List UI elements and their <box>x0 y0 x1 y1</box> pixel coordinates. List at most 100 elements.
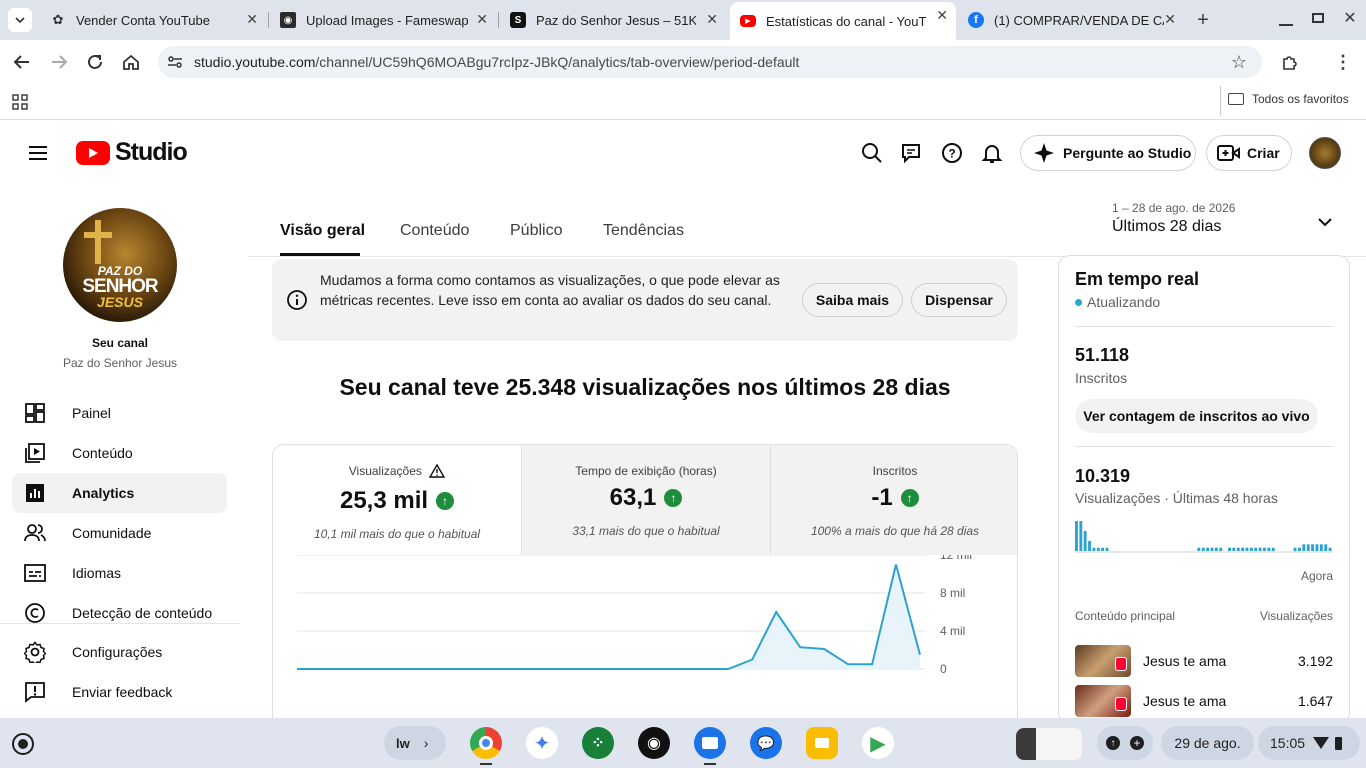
realtime-bar <box>1263 547 1266 551</box>
holding-space-thumbnail[interactable] <box>1016 728 1082 760</box>
messages-icon[interactable] <box>899 140 925 166</box>
notifications-bell-icon[interactable] <box>979 140 1005 166</box>
bookmark-star-icon[interactable]: ☆ <box>1228 51 1250 73</box>
forward-icon[interactable] <box>47 50 71 74</box>
top-content-row[interactable]: Jesus te ama 3.192 <box>1075 645 1333 677</box>
metric-card-views[interactable]: Visualizações 25,3 mil ↑ 10,1 mil mais do… <box>273 445 521 555</box>
settings-icon <box>22 639 48 665</box>
close-window-icon[interactable]: ✕ <box>1340 8 1360 28</box>
metric-card-subscribers[interactable]: Inscritos -1 ↑ 100% a mais do que há 28 d… <box>770 445 1017 555</box>
tab-label: Conteúdo <box>400 222 470 239</box>
period-selector[interactable]: 1 – 28 de ago. de 2026 Últimos 28 dias <box>1112 201 1342 241</box>
cross-arm <box>84 232 112 238</box>
browser-tab[interactable]: f (1) COMPRAR/VENDA DE CAN ✕ <box>958 6 1184 34</box>
top-views-label: Visualizações <box>1259 609 1333 623</box>
divider <box>1075 326 1334 327</box>
close-tab-icon[interactable]: ✕ <box>246 11 258 28</box>
chart-y-tick-label: 8 mil <box>940 586 965 600</box>
metric-card-watch-time[interactable]: Tempo de exibição (horas) 63,1 ↑ 33,1 mai… <box>521 445 770 555</box>
launcher-label: lw <box>396 735 410 751</box>
launcher-icon[interactable] <box>12 733 34 755</box>
realtime-bar <box>1219 547 1223 551</box>
period-label: Últimos 28 dias <box>1112 218 1222 235</box>
nav-item-idiomas[interactable]: Idiomas <box>12 553 227 593</box>
tab-label: Visão geral <box>280 222 366 239</box>
hamburger-menu-icon[interactable] <box>26 141 50 165</box>
close-tab-icon[interactable]: ✕ <box>476 11 488 28</box>
nav-item-configuracoes[interactable]: Configurações <box>12 632 227 672</box>
browser-tab-active[interactable]: ▶ Estatísticas do canal - YouTu ✕ <box>730 2 956 40</box>
reload-icon[interactable] <box>83 50 107 74</box>
nav-item-conteudo[interactable]: Conteúdo <box>12 433 227 473</box>
nav-item-comunidade[interactable]: Comunidade <box>12 513 227 553</box>
tab-search-icon[interactable] <box>8 8 32 32</box>
realtime-bar <box>1214 547 1218 551</box>
tab-conteudo[interactable]: Conteúdo <box>400 222 469 240</box>
meet-icon[interactable] <box>806 727 838 759</box>
studio-logo-text: Studio <box>115 138 188 166</box>
help-icon[interactable]: ? <box>939 140 965 166</box>
account-avatar[interactable] <box>1309 137 1341 169</box>
back-icon[interactable] <box>10 50 34 74</box>
launcher-search-pill[interactable]: lw › <box>384 726 446 760</box>
studio-logo[interactable]: Studio <box>76 138 188 167</box>
home-icon[interactable] <box>119 50 143 74</box>
nav-item-painel[interactable]: Painel <box>12 393 227 433</box>
close-tab-icon[interactable]: ✕ <box>936 7 948 24</box>
media-controls[interactable]: ↑ + <box>1097 726 1153 760</box>
restore-icon[interactable] <box>1308 8 1328 28</box>
realtime-bar <box>1101 547 1105 551</box>
status-tray[interactable]: 15:05 <box>1258 726 1360 760</box>
address-bar[interactable]: studio.youtube.com/channel/UC59hQ6MOABgu… <box>158 46 1262 78</box>
feedback-icon <box>22 679 48 705</box>
banner-text: Mudamos a forma como contamos as visuali… <box>320 272 780 308</box>
nav-item-feedback[interactable]: Enviar feedback <box>12 672 227 712</box>
realtime-bar-chart[interactable] <box>1075 521 1335 561</box>
create-button[interactable]: Criar <box>1206 135 1292 171</box>
search-icon[interactable] <box>859 140 885 166</box>
add-icon: + <box>1130 736 1144 750</box>
browser-tab[interactable]: ✿ Vender Conta YouTube ✕ <box>40 6 266 34</box>
minimize-icon[interactable] <box>1276 10 1296 30</box>
ask-studio-button[interactable]: Pergunte ao Studio <box>1020 135 1196 171</box>
extensions-icon[interactable] <box>1278 50 1302 74</box>
browser-menu-icon[interactable]: ⋮ <box>1331 50 1355 74</box>
dismiss-button[interactable]: Dispensar <box>911 283 1007 317</box>
google-one-icon[interactable]: ⁘ <box>582 727 614 759</box>
browser-tab[interactable]: ◉ Upload Images - Fameswap ✕ <box>270 6 496 34</box>
messages-app-icon[interactable]: 💬 <box>750 727 782 759</box>
top-content-views: 1.647 <box>1297 693 1333 709</box>
browser-tab-strip: ✿ Vender Conta YouTube ✕ ◉ Upload Images… <box>0 0 1366 40</box>
browser-tab[interactable]: S Paz do Senhor Jesus – 51K S ✕ <box>500 6 726 34</box>
tab-publico[interactable]: Público <box>510 222 562 240</box>
chrome-icon[interactable] <box>470 727 502 759</box>
play-store-icon[interactable]: ▶ <box>862 727 894 759</box>
nav-item-deteccao[interactable]: Detecção de conteúdo <box>12 593 227 633</box>
realtime-bar <box>1201 547 1205 551</box>
all-bookmarks-button[interactable]: Todos os favoritos <box>1228 92 1349 106</box>
site-info-icon[interactable] <box>164 51 186 73</box>
gemini-icon[interactable]: ✦ <box>526 727 558 759</box>
files-icon[interactable] <box>694 727 726 759</box>
podcast-icon[interactable]: ◉ <box>638 727 670 759</box>
top-content-row[interactable]: Jesus te ama 1.647 <box>1075 685 1333 717</box>
video-thumbnail <box>1075 645 1131 677</box>
learn-more-button[interactable]: Saiba mais <box>802 283 903 317</box>
channel-avatar[interactable]: PAZ DO SENHOR JESUS <box>63 208 177 322</box>
tab-visao-geral[interactable]: Visão geral <box>280 222 365 240</box>
realtime-bar <box>1258 547 1262 551</box>
tab-tendencias[interactable]: Tendências <box>603 222 684 240</box>
close-tab-icon[interactable]: ✕ <box>1164 11 1176 28</box>
new-tab-icon[interactable]: + <box>1192 9 1214 31</box>
apps-grid-icon[interactable] <box>10 92 30 112</box>
all-bookmarks-label: Todos os favoritos <box>1252 92 1349 106</box>
realtime-bar <box>1293 547 1297 551</box>
metrics-panel: Visualizações 25,3 mil ↑ 10,1 mil mais do… <box>272 444 1018 744</box>
close-tab-icon[interactable]: ✕ <box>706 11 718 28</box>
live-count-button[interactable]: Ver contagem de inscritos ao vivo <box>1075 399 1318 433</box>
top-content-views: 3.192 <box>1297 653 1333 669</box>
views-chart[interactable]: 12 mil 8 mil 4 mil 0 <box>273 555 1018 744</box>
nav-item-analytics[interactable]: Analytics <box>12 473 227 513</box>
calendar-pill[interactable]: 29 de ago. <box>1161 726 1254 760</box>
realtime-bar <box>1079 521 1083 551</box>
